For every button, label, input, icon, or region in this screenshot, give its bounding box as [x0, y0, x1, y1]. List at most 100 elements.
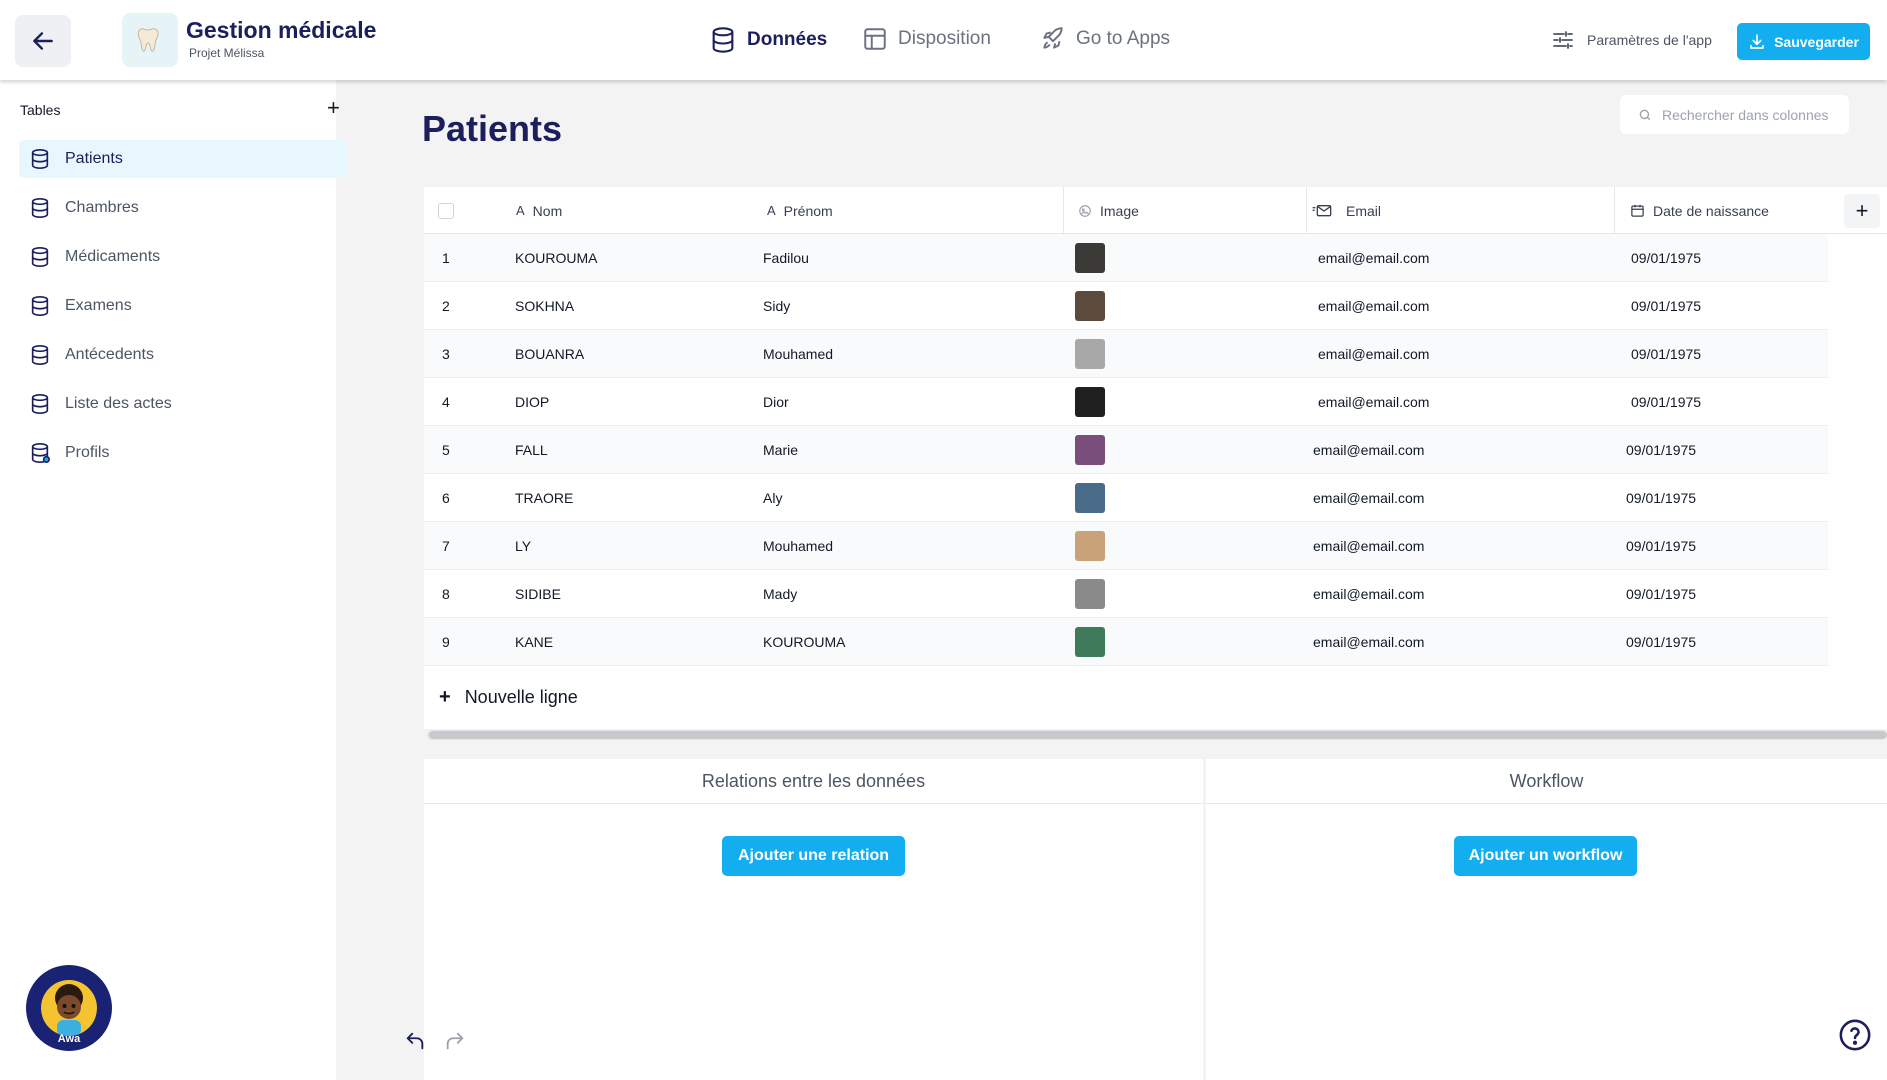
column-header-prenom[interactable]: A Prénom: [767, 187, 833, 234]
cell-email[interactable]: email@email.com: [1318, 282, 1429, 330]
database-icon: [31, 394, 49, 414]
sidebar-item-liste-des-actes[interactable]: Liste des actes: [19, 385, 347, 423]
table-row[interactable]: 1 KOUROUMA Fadilou email@email.com 09/01/197…: [424, 234, 1828, 282]
back-button[interactable]: [15, 15, 71, 67]
horizontal-scrollbar[interactable]: [427, 730, 1887, 740]
new-row-button[interactable]: + Nouvelle ligne: [424, 666, 1887, 729]
app-settings-label: Paramètres de l'app: [1587, 32, 1712, 48]
cell-date-de-naissance[interactable]: 09/01/1975: [1626, 474, 1696, 522]
save-button[interactable]: Sauvegarder: [1737, 23, 1870, 60]
cell-date-de-naissance[interactable]: 09/01/1975: [1626, 522, 1696, 570]
sidebar-item-examens[interactable]: Examens: [19, 287, 347, 325]
cell-nom[interactable]: LY: [515, 522, 531, 570]
add-column-button[interactable]: +: [1844, 194, 1880, 228]
top-bar: Gestion médicale Projet Mélissa Données …: [0, 0, 1887, 80]
sidebar-item-m-dicaments[interactable]: Médicaments: [19, 238, 347, 276]
assistant-avatar[interactable]: Awa: [26, 965, 112, 1051]
cell-prenom[interactable]: Dior: [763, 378, 789, 426]
cell-email[interactable]: email@email.com: [1313, 570, 1424, 618]
column-search-input[interactable]: Rechercher dans colonnes: [1620, 95, 1849, 134]
cell-image[interactable]: [1075, 282, 1105, 330]
column-header-image[interactable]: Image: [1078, 187, 1139, 234]
patient-photo: [1075, 531, 1105, 561]
project-name: Projet Mélissa: [189, 46, 265, 60]
cell-prenom[interactable]: Mouhamed: [763, 522, 833, 570]
cell-email[interactable]: email@email.com: [1313, 426, 1424, 474]
database-icon: [31, 443, 50, 463]
cell-date-de-naissance[interactable]: 09/01/1975: [1631, 282, 1701, 330]
table-body: 1 KOUROUMA Fadilou email@email.com 09/01/197…: [424, 234, 1887, 666]
cell-date-de-naissance[interactable]: 09/01/1975: [1626, 618, 1696, 666]
search-placeholder: Rechercher dans colonnes: [1662, 106, 1829, 123]
scrollbar-thumb[interactable]: [429, 731, 1887, 739]
add-relation-button[interactable]: Ajouter une relation: [722, 836, 905, 876]
arrow-left-icon: [33, 32, 53, 50]
sidebar-item-patients[interactable]: Patients: [19, 140, 347, 178]
cell-image[interactable]: [1075, 378, 1105, 426]
cell-date-de-naissance[interactable]: 09/01/1975: [1631, 378, 1701, 426]
table-row[interactable]: 3 BOUANRA Mouhamed email@email.com 09/01/197…: [424, 330, 1828, 378]
cell-email[interactable]: email@email.com: [1313, 618, 1424, 666]
table-row[interactable]: 6 TRAORE Aly email@email.com 09/01/1975: [424, 474, 1828, 522]
cell-nom[interactable]: KOUROUMA: [515, 234, 597, 282]
redo-button[interactable]: [444, 1030, 466, 1057]
tab-donnees[interactable]: Données: [709, 26, 827, 54]
select-all-checkbox[interactable]: [438, 187, 454, 234]
sidebar-item-label: Antécedents: [65, 346, 154, 363]
cell-nom[interactable]: TRAORE: [515, 474, 573, 522]
sidebar-item-chambres[interactable]: Chambres: [19, 189, 347, 227]
cell-date-de-naissance[interactable]: 09/01/1975: [1626, 570, 1696, 618]
cell-prenom[interactable]: Fadilou: [763, 234, 809, 282]
cell-nom[interactable]: BOUANRA: [515, 330, 584, 378]
column-divider: [1306, 187, 1307, 234]
tab-disposition[interactable]: Disposition: [862, 26, 991, 52]
table-row[interactable]: 8 SIDIBE Mady email@email.com 09/01/1975: [424, 570, 1828, 618]
cell-prenom[interactable]: Marie: [763, 426, 798, 474]
app-settings-button[interactable]: Paramètres de l'app: [1551, 28, 1712, 52]
row-number: 9: [442, 634, 450, 650]
column-label: Nom: [532, 202, 563, 219]
cell-nom[interactable]: KANE: [515, 618, 553, 666]
cell-image[interactable]: [1075, 474, 1105, 522]
table-row[interactable]: 2 SOKHNA Sidy email@email.com 09/01/1975: [424, 282, 1828, 330]
cell-nom[interactable]: SOKHNA: [515, 282, 574, 330]
add-workflow-button[interactable]: Ajouter un workflow: [1454, 836, 1637, 876]
cell-date-de-naissance[interactable]: 09/01/1975: [1631, 330, 1701, 378]
cell-image[interactable]: [1075, 522, 1105, 570]
cell-image[interactable]: [1075, 330, 1105, 378]
cell-image[interactable]: [1075, 426, 1105, 474]
tab-go-to-apps-label: Go to Apps: [1076, 28, 1171, 49]
sidebar-item-profils[interactable]: Profils: [19, 434, 347, 472]
column-header-date-de-naissance[interactable]: Date de naissance: [1630, 187, 1769, 234]
cell-date-de-naissance[interactable]: 09/01/1975: [1631, 234, 1701, 282]
cell-prenom[interactable]: Aly: [763, 474, 782, 522]
cell-image[interactable]: [1075, 570, 1105, 618]
page-title: Patients: [422, 108, 563, 149]
cell-nom[interactable]: DIOP: [515, 378, 549, 426]
cell-prenom[interactable]: Mady: [763, 570, 797, 618]
help-button[interactable]: [1838, 1018, 1872, 1057]
cell-nom[interactable]: FALL: [515, 426, 548, 474]
cell-email[interactable]: email@email.com: [1313, 474, 1424, 522]
cell-image[interactable]: [1075, 234, 1105, 282]
tab-go-to-apps[interactable]: Go to Apps: [1040, 26, 1170, 52]
add-table-button[interactable]: +: [327, 97, 340, 119]
sidebar-item-ant-cedents[interactable]: Antécedents: [19, 336, 347, 374]
cell-prenom[interactable]: KOUROUMA: [763, 618, 845, 666]
cell-prenom[interactable]: Mouhamed: [763, 330, 833, 378]
column-header-email[interactable]: Email: [1312, 187, 1381, 234]
cell-email[interactable]: email@email.com: [1318, 234, 1429, 282]
cell-nom[interactable]: SIDIBE: [515, 570, 561, 618]
cell-email[interactable]: email@email.com: [1318, 330, 1429, 378]
cell-email[interactable]: email@email.com: [1313, 522, 1424, 570]
table-row[interactable]: 4 DIOP Dior email@email.com 09/01/1975: [424, 378, 1828, 426]
cell-prenom[interactable]: Sidy: [763, 282, 790, 330]
cell-email[interactable]: email@email.com: [1318, 378, 1429, 426]
undo-button[interactable]: [404, 1030, 426, 1057]
table-row[interactable]: 5 FALL Marie email@email.com 09/01/1975: [424, 426, 1828, 474]
column-header-nom[interactable]: A Nom: [516, 187, 562, 234]
cell-image[interactable]: [1075, 618, 1105, 666]
cell-date-de-naissance[interactable]: 09/01/1975: [1626, 426, 1696, 474]
table-row[interactable]: 7 LY Mouhamed email@email.com 09/01/1975: [424, 522, 1828, 570]
table-row[interactable]: 9 KANE KOUROUMA email@email.com 09/01/1975: [424, 618, 1828, 666]
